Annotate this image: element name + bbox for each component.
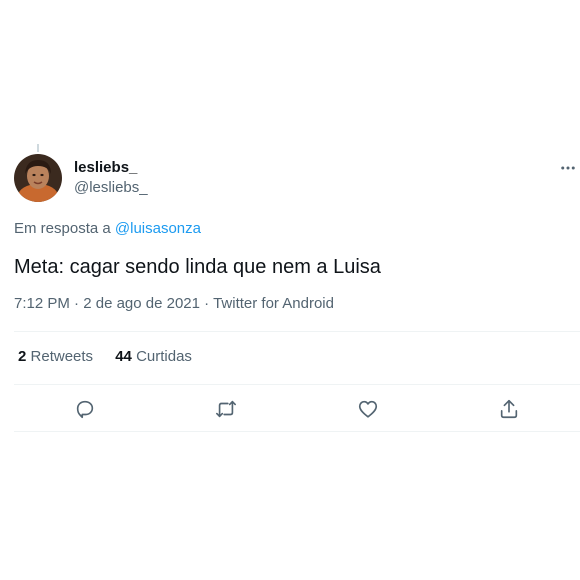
divider bbox=[14, 331, 580, 332]
author-display-name[interactable]: lesliebs_ bbox=[74, 158, 148, 178]
tweet-time[interactable]: 7:12 PM bbox=[14, 295, 70, 312]
likes-label: Curtidas bbox=[136, 348, 192, 365]
reply-mention-link[interactable]: @luisasonza bbox=[115, 220, 201, 237]
reply-prefix: Em resposta a bbox=[14, 220, 111, 237]
like-icon bbox=[358, 400, 378, 418]
author-names: lesliebs_ @lesliebs_ bbox=[74, 158, 148, 198]
author-handle[interactable]: @lesliebs_ bbox=[74, 178, 148, 198]
more-icon bbox=[561, 166, 575, 170]
retweets-count: 2 bbox=[18, 348, 27, 365]
reply-icon bbox=[76, 400, 94, 419]
reply-context: Em resposta a @luisasonza bbox=[14, 219, 201, 239]
tweet-metadata: 7:12 PM · 2 de ago de 2021 · Twitter for… bbox=[14, 294, 334, 314]
like-button[interactable] bbox=[351, 392, 385, 426]
tweet-date[interactable]: 2 de ago de 2021 bbox=[83, 295, 200, 312]
tweet-header: lesliebs_ @lesliebs_ bbox=[14, 154, 580, 204]
divider bbox=[14, 384, 580, 385]
divider bbox=[14, 431, 580, 432]
tweet-stats: 2 Retweets 44 Curtidas bbox=[18, 347, 192, 367]
reply-button[interactable] bbox=[68, 392, 102, 426]
meta-separator: · bbox=[74, 295, 80, 312]
tweet-source[interactable]: Twitter for Android bbox=[213, 295, 334, 312]
retweets-stat-link[interactable]: 2 Retweets bbox=[18, 347, 93, 367]
share-button[interactable] bbox=[492, 392, 526, 426]
tweet-actions bbox=[14, 392, 580, 426]
retweets-label: Retweets bbox=[30, 348, 94, 365]
likes-stat-link[interactable]: 44 Curtidas bbox=[115, 347, 192, 367]
more-options-button[interactable] bbox=[556, 156, 580, 180]
share-icon bbox=[500, 399, 518, 419]
meta-separator: · bbox=[204, 295, 210, 312]
retweet-button[interactable] bbox=[209, 392, 243, 426]
retweet-icon bbox=[216, 400, 236, 418]
tweet-detail: lesliebs_ @lesliebs_ Em resposta a @luis… bbox=[14, 0, 580, 580]
likes-count: 44 bbox=[115, 348, 132, 365]
avatar[interactable] bbox=[14, 154, 62, 202]
tweet-text: Meta: cagar sendo linda que nem a Luisa bbox=[14, 256, 381, 278]
